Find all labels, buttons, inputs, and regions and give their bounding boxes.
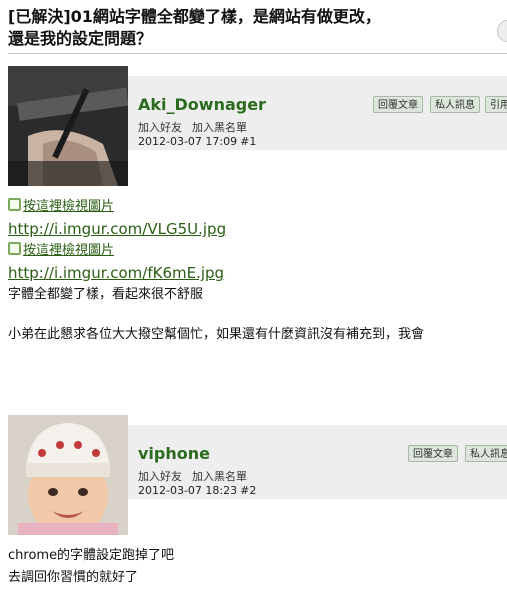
view-image-label: 按這裡檢視圖片 xyxy=(23,243,115,258)
username-link[interactable]: viphone xyxy=(138,444,210,463)
post-number[interactable]: #2 xyxy=(240,484,256,497)
reply-button[interactable]: 回覆文章 xyxy=(373,96,423,113)
view-image-label: 按這裡檢視圖片 xyxy=(23,199,115,214)
private-message-button[interactable]: 私人訊息 xyxy=(465,445,507,462)
page-title-line-2: 還是我的設定問題？ xyxy=(8,29,153,48)
post-header-2: viphone 加入好友 加入黑名單 2012-03-07 18:23 #2 回覆… xyxy=(128,425,507,499)
quote-button[interactable]: 引用 xyxy=(485,96,507,113)
image-url-link[interactable]: http://i.imgur.com/fK6mE.jpg xyxy=(8,262,507,284)
post-date: 2012-03-07 17:09 #1 xyxy=(138,135,256,148)
image-url-link[interactable]: http://i.imgur.com/VLG5U.jpg xyxy=(8,218,507,240)
view-image-link[interactable]: 按這裡檢視圖片 xyxy=(8,240,507,262)
page-title: [已解決]01網站字體全都變了樣，是網站有做更改， 還是我的設定問題？ xyxy=(8,6,478,50)
add-blacklist-link[interactable]: 加入黑名單 xyxy=(192,119,247,135)
avatar-viphone[interactable] xyxy=(8,415,128,535)
post-body-1: 按這裡檢視圖片 http://i.imgur.com/VLG5U.jpg 按這裡… xyxy=(8,196,507,346)
private-message-button[interactable]: 私人訊息 xyxy=(430,96,480,113)
post-body-2: chrome的字體設定跑掉了吧 去調回你習慣的就好了 xyxy=(8,545,507,589)
reply-button[interactable]: 回覆文章 xyxy=(408,445,458,462)
image-icon xyxy=(8,242,21,255)
post-header-1: Aki_Downager 加入好友 加入黑名單 2012-03-07 17:09… xyxy=(128,76,507,150)
scroll-knob[interactable] xyxy=(497,20,507,42)
image-icon xyxy=(8,198,21,211)
username-link[interactable]: Aki_Downager xyxy=(138,95,266,114)
add-friend-link[interactable]: 加入好友 xyxy=(138,468,182,484)
page-title-line-1: [已解決]01網站字體全都變了樣，是網站有做更改， xyxy=(8,7,381,26)
post-date: 2012-03-07 18:23 #2 xyxy=(138,484,256,497)
post-text-line: 去調回你習慣的就好了 xyxy=(8,570,139,585)
post-text-line: chrome的字體設定跑掉了吧 xyxy=(8,548,175,563)
add-friend-link[interactable]: 加入好友 xyxy=(138,119,182,135)
post-number[interactable]: #1 xyxy=(240,135,256,148)
avatar-image xyxy=(8,66,128,186)
post-text-line: 小弟在此懇求各位大大撥空幫個忙，如果還有什麼資訊沒有補充到，我會 xyxy=(8,327,425,342)
post-timestamp: 2012-03-07 18:23 xyxy=(138,484,238,497)
avatar-aki-downager[interactable] xyxy=(8,66,128,186)
add-blacklist-link[interactable]: 加入黑名單 xyxy=(192,468,247,484)
post-text-line: 字體全都變了樣，看起來很不舒服 xyxy=(8,287,204,302)
avatar-image xyxy=(8,415,128,535)
post-timestamp: 2012-03-07 17:09 xyxy=(138,135,238,148)
title-divider xyxy=(8,53,507,54)
view-image-link[interactable]: 按這裡檢視圖片 xyxy=(8,196,507,218)
